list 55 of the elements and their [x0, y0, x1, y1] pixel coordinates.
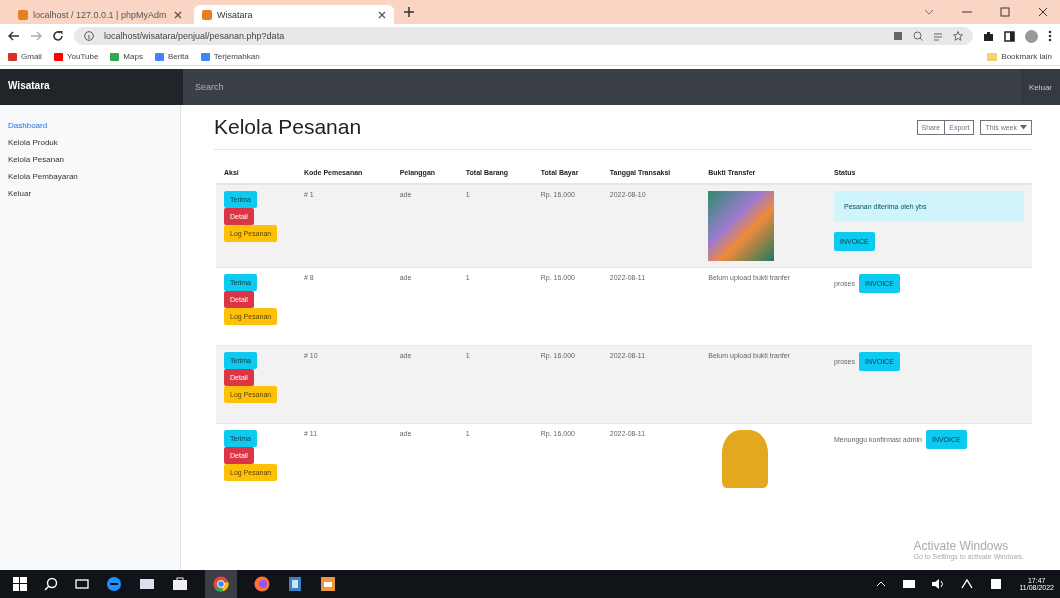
- sidebar-item[interactable]: Kelola Pembayaran: [0, 168, 86, 185]
- sticker-image-placeholder: [722, 430, 769, 488]
- bookmark[interactable]: YouTube: [53, 52, 99, 61]
- firefox-icon[interactable]: [254, 576, 270, 592]
- document-icon[interactable]: [287, 576, 303, 592]
- bookmark[interactable]: Maps: [110, 52, 143, 61]
- brand-name[interactable]: Wisatara: [0, 69, 183, 105]
- bookmark-icon: [154, 52, 164, 61]
- chrome-icon[interactable]: [213, 576, 229, 592]
- bookmark-icon: [8, 52, 17, 61]
- chevron-up-icon[interactable]: [876, 580, 887, 588]
- sidebar-item[interactable]: Keluar: [0, 185, 40, 202]
- bookmark[interactable]: Berita: [154, 52, 189, 61]
- bookmark-icon: [110, 52, 120, 61]
- windows-start-icon[interactable]: [13, 577, 27, 591]
- zoom-icon[interactable]: [913, 31, 923, 41]
- page-title: Kelola Pesanan: [214, 115, 362, 139]
- sign-out-link[interactable]: Keluar: [1020, 82, 1060, 92]
- close-icon[interactable]: [1038, 7, 1048, 17]
- folder-icon: [987, 52, 998, 61]
- bookmark-icon: [200, 52, 210, 61]
- close-icon[interactable]: [378, 10, 386, 19]
- bookmark-icon: [53, 52, 63, 61]
- reload-icon[interactable]: [52, 30, 64, 42]
- task-view-icon[interactable]: [75, 577, 89, 591]
- sidebar-icon[interactable]: [1004, 30, 1015, 42]
- browser-tab[interactable]: Wisatara: [194, 5, 394, 24]
- close-icon[interactable]: [174, 10, 182, 19]
- sidebar-item[interactable]: Dashboard: [0, 117, 56, 134]
- search-icon[interactable]: [44, 577, 58, 591]
- star-icon[interactable]: [953, 31, 963, 41]
- sidebar-item[interactable]: Kelola Produk: [0, 134, 66, 151]
- bookmark[interactable]: Gmail: [8, 52, 42, 61]
- bookmark-folder[interactable]: Bookmark lain: [987, 52, 1052, 61]
- favicon-icon: [202, 9, 212, 20]
- avatar-icon[interactable]: [1025, 29, 1038, 43]
- browser-tab[interactable]: localhost / 127.0.0.1 | phpMyAdm: [10, 5, 190, 24]
- maximize-icon[interactable]: [1000, 7, 1010, 17]
- photo-placeholder: [708, 191, 775, 261]
- favicon-icon: [18, 9, 28, 20]
- info-icon[interactable]: [84, 31, 94, 41]
- back-arrow-icon[interactable]: [8, 31, 20, 41]
- address-bar[interactable]: localhost/wisatara/penjual/pesanan.php?data: [74, 27, 973, 45]
- app-icon[interactable]: [320, 576, 336, 592]
- caret-icon[interactable]: [1020, 124, 1027, 130]
- sidebar-item[interactable]: Kelola Pesanan: [0, 151, 73, 168]
- chevron-down-icon[interactable]: [924, 8, 934, 16]
- speaker-icon[interactable]: [932, 579, 945, 589]
- briefcase-icon[interactable]: [172, 577, 188, 591]
- search-field[interactable]: Search: [183, 69, 1021, 105]
- new-tab-icon[interactable]: [404, 7, 414, 17]
- kebab-menu-icon[interactable]: [1048, 30, 1052, 42]
- bookmark[interactable]: Terjemahkan: [200, 52, 260, 61]
- activation-notice: Activate Windows: [913, 539, 1010, 553]
- minimize-icon[interactable]: [962, 8, 972, 16]
